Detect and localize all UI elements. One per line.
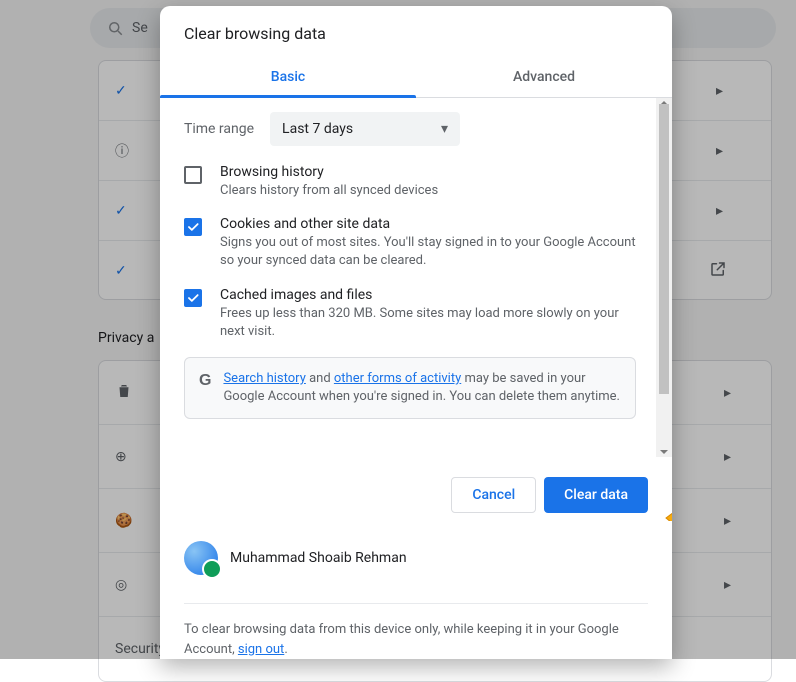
checkbox-cache[interactable] (184, 289, 202, 307)
info-text: Search history and other forms of activi… (223, 370, 621, 406)
scrollbar-thumb[interactable] (659, 104, 669, 394)
chevron-down-icon: ▾ (441, 121, 448, 137)
item-desc: Signs you out of most sites. You'll stay… (220, 234, 636, 270)
google-info-box: G Search history and other forms of acti… (184, 357, 636, 419)
scrollbar-track[interactable] (656, 98, 672, 457)
time-range-label: Time range (184, 121, 254, 137)
search-history-link[interactable]: Search history (223, 371, 305, 386)
checkbox-cookies[interactable] (184, 218, 202, 236)
avatar (184, 541, 218, 575)
clear-data-button[interactable]: Clear data (544, 477, 648, 513)
scroll-down-icon[interactable] (660, 450, 668, 454)
item-desc: Frees up less than 320 MB. Some sites ma… (220, 305, 636, 341)
dialog-title: Clear browsing data (160, 6, 672, 43)
dialog-scrollarea: Time range Last 7 days ▾ Browsing histor… (160, 98, 672, 457)
clear-browsing-data-dialog: Clear browsing data Basic Advanced Time … (160, 6, 672, 659)
dialog-tabs: Basic Advanced (160, 57, 672, 98)
cancel-button[interactable]: Cancel (451, 477, 536, 513)
google-logo-icon: G (199, 370, 211, 392)
tab-advanced[interactable]: Advanced (416, 57, 672, 97)
item-desc: Clears history from all synced devices (220, 182, 438, 200)
item-title: Browsing history (220, 164, 438, 180)
checkbox-browsing-history[interactable] (184, 166, 202, 184)
sign-out-link[interactable]: sign out (238, 642, 284, 657)
signed-in-user: Muhammad Shoaib Rehman (184, 541, 648, 604)
user-name: Muhammad Shoaib Rehman (230, 550, 407, 566)
other-activity-link[interactable]: other forms of activity (334, 371, 461, 386)
time-range-value: Last 7 days (282, 121, 353, 137)
bottom-note: To clear browsing data from this device … (160, 604, 672, 659)
tab-basic[interactable]: Basic (160, 57, 416, 97)
dialog-actions: Cancel Clear data (160, 457, 672, 513)
item-title: Cookies and other site data (220, 216, 636, 232)
time-range-select[interactable]: Last 7 days ▾ (270, 112, 460, 146)
item-title: Cached images and files (220, 287, 636, 303)
